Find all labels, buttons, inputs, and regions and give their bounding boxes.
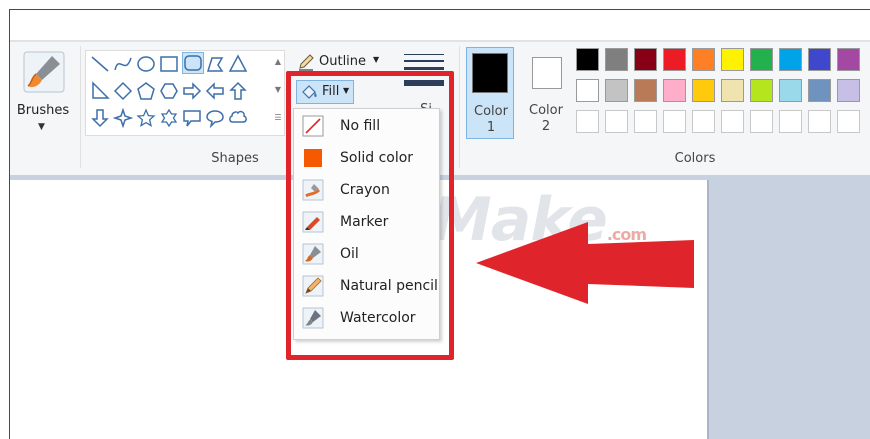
polygon-shape-icon[interactable] (205, 54, 225, 74)
palette-swatch[interactable] (663, 48, 686, 71)
palette-swatch[interactable] (663, 110, 686, 133)
palette-swatch[interactable] (634, 110, 657, 133)
hexagon-shape-icon[interactable] (159, 81, 179, 101)
color-2-button[interactable]: Color 2 (522, 47, 570, 139)
chevron-down-icon: ▼ (38, 122, 45, 132)
color-palette (576, 48, 870, 144)
palette-swatch[interactable] (750, 79, 773, 102)
color-2-swatch (532, 57, 562, 89)
palette-swatch[interactable] (779, 48, 802, 71)
right-arrow-shape-icon[interactable] (182, 81, 202, 101)
rectangle-shape-icon[interactable] (159, 54, 179, 74)
palette-swatch[interactable] (692, 110, 715, 133)
palette-swatch[interactable] (605, 48, 628, 71)
divider (459, 46, 460, 168)
palette-swatch[interactable] (779, 79, 802, 102)
curve-shape-icon[interactable] (113, 54, 133, 74)
outline-pencil-icon (299, 54, 314, 71)
oval-callout-shape-icon[interactable] (205, 108, 225, 129)
palette-swatch[interactable] (576, 110, 599, 133)
palette-swatch[interactable] (837, 110, 860, 133)
palette-swatch[interactable] (808, 48, 831, 71)
palette-swatch[interactable] (663, 79, 686, 102)
annotation-highlight-box (286, 71, 454, 360)
palette-swatch[interactable] (808, 110, 831, 133)
pentagon-shape-icon[interactable] (136, 81, 156, 101)
brushes-label: Brushes (16, 103, 70, 118)
palette-swatch[interactable] (576, 48, 599, 71)
palette-swatch[interactable] (721, 79, 744, 102)
annotation-arrow (476, 222, 694, 304)
palette-swatch[interactable] (837, 79, 860, 102)
color-2-label: Color (529, 103, 563, 118)
triangle-shape-icon[interactable] (228, 54, 248, 74)
palette-swatch[interactable] (721, 110, 744, 133)
shapes-group-label: Shapes (211, 151, 259, 166)
rounded-rectangle-shape-icon[interactable] (182, 52, 204, 74)
outline-label: Outline (319, 54, 367, 69)
palette-swatch[interactable] (750, 110, 773, 133)
divider (80, 46, 81, 168)
shapes-gallery: ▲ ▼ ☰ (85, 50, 285, 136)
up-arrow-shape-icon[interactable] (228, 81, 248, 101)
diamond-shape-icon[interactable] (113, 81, 133, 101)
palette-swatch[interactable] (692, 48, 715, 71)
line-shape-icon[interactable] (90, 54, 110, 74)
palette-swatch[interactable] (634, 79, 657, 102)
palette-swatch[interactable] (779, 110, 802, 133)
outline-button[interactable]: Outline ▼ (297, 52, 387, 72)
four-point-star-shape-icon[interactable] (112, 107, 134, 129)
palette-swatch[interactable] (576, 79, 599, 102)
palette-swatch[interactable] (692, 79, 715, 102)
six-point-star-shape-icon[interactable] (159, 108, 179, 128)
palette-swatch[interactable] (605, 79, 628, 102)
cloud-callout-shape-icon[interactable] (228, 108, 248, 128)
color-2-number: 2 (541, 119, 551, 134)
color-1-button[interactable]: Color 1 (466, 47, 514, 139)
palette-swatch[interactable] (605, 110, 628, 133)
oval-shape-icon[interactable] (136, 54, 156, 74)
right-triangle-shape-icon[interactable] (90, 81, 110, 101)
color-1-number: 1 (486, 120, 496, 135)
rectangular-callout-shape-icon[interactable] (182, 108, 202, 128)
left-arrow-shape-icon[interactable] (205, 81, 225, 101)
chevron-down-icon: ▼ (373, 55, 380, 64)
color-1-label: Color (474, 104, 508, 119)
palette-swatch[interactable] (721, 48, 744, 71)
down-arrow-shape-icon[interactable] (90, 108, 110, 128)
colors-group-label: Colors (674, 151, 716, 166)
palette-swatch[interactable] (634, 48, 657, 71)
scroll-down-icon[interactable]: ▼ (273, 85, 283, 94)
five-point-star-shape-icon[interactable] (136, 108, 156, 128)
brush-icon (22, 50, 66, 94)
color-1-swatch (472, 53, 508, 93)
palette-swatch[interactable] (808, 79, 831, 102)
palette-swatch[interactable] (837, 48, 860, 71)
brushes-button[interactable]: Brushes ▼ (14, 48, 72, 140)
palette-swatch[interactable] (750, 48, 773, 71)
expand-gallery-icon[interactable]: ☰ (273, 113, 283, 122)
scroll-up-icon[interactable]: ▲ (273, 57, 283, 66)
